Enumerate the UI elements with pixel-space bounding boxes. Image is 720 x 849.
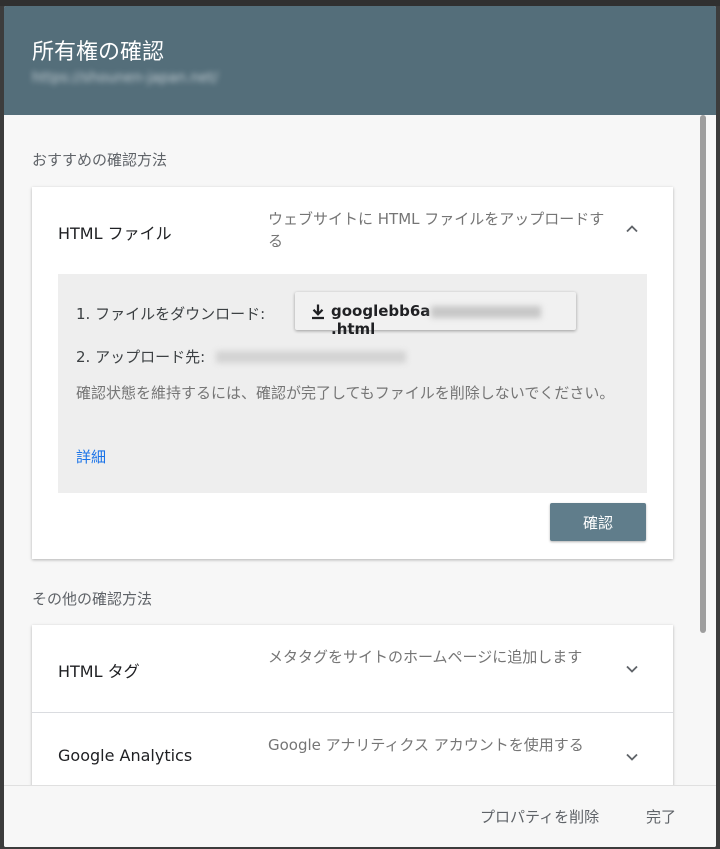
dialog-header: 所有権の確認 https://shounen-japan.net/: [4, 6, 716, 115]
html-file-method-card: HTML ファイル ウェブサイトに HTML ファイルをアップロードする 1. …: [32, 187, 673, 559]
chevron-down-icon[interactable]: [622, 659, 642, 679]
verification-dialog: 所有権の確認 https://shounen-japan.net/ おすすめの確…: [4, 6, 716, 847]
done-button[interactable]: 完了: [646, 806, 676, 827]
method-instructions-panel: 1. ファイルをダウンロード: googlebb6a.html 2. アップロー…: [58, 274, 647, 493]
delete-property-button[interactable]: プロパティを削除: [480, 806, 599, 827]
recommended-section-label: おすすめの確認方法: [32, 151, 168, 169]
row-divider: [32, 712, 673, 713]
redacted-file-token: [431, 305, 542, 318]
download-file-button[interactable]: googlebb6a.html: [295, 292, 576, 338]
property-url: https://shounen-japan.net/: [32, 70, 219, 86]
download-file-name: googlebb6a.html: [331, 302, 576, 338]
method-description: Google アナリティクス アカウントを使用する: [268, 736, 584, 754]
step1-label: 1. ファイルをダウンロード:: [76, 305, 266, 323]
method-name[interactable]: HTML ファイル: [58, 220, 172, 244]
method-name[interactable]: Google Analytics: [58, 746, 192, 765]
dialog-title: 所有権の確認: [32, 40, 165, 65]
keep-file-note: 確認状態を維持するには、確認が完了してもファイルを削除しないでください。: [76, 384, 615, 402]
other-methods-card: HTML タグ メタタグをサイトのホームページに追加します Google Ana…: [32, 625, 673, 785]
other-section-label: その他の確認方法: [32, 590, 153, 608]
confirm-button[interactable]: 確認: [550, 503, 646, 541]
chevron-up-icon[interactable]: [622, 219, 642, 239]
step2-label: 2. アップロード先:: [76, 348, 206, 366]
scrollbar[interactable]: [700, 115, 706, 633]
method-name[interactable]: HTML タグ: [58, 658, 140, 682]
chevron-down-icon[interactable]: [622, 747, 642, 767]
method-description: ウェブサイトに HTML ファイルをアップロードする: [268, 210, 605, 250]
download-icon: [309, 303, 327, 321]
details-link[interactable]: 詳細: [76, 446, 106, 467]
dialog-footer: プロパティを削除 完了: [4, 785, 716, 847]
dialog-content[interactable]: おすすめの確認方法 HTML ファイル ウェブサイトに HTML ファイルをアッ…: [4, 115, 716, 785]
method-description: メタタグをサイトのホームページに追加します: [268, 648, 583, 666]
upload-destination-url: [216, 351, 406, 363]
